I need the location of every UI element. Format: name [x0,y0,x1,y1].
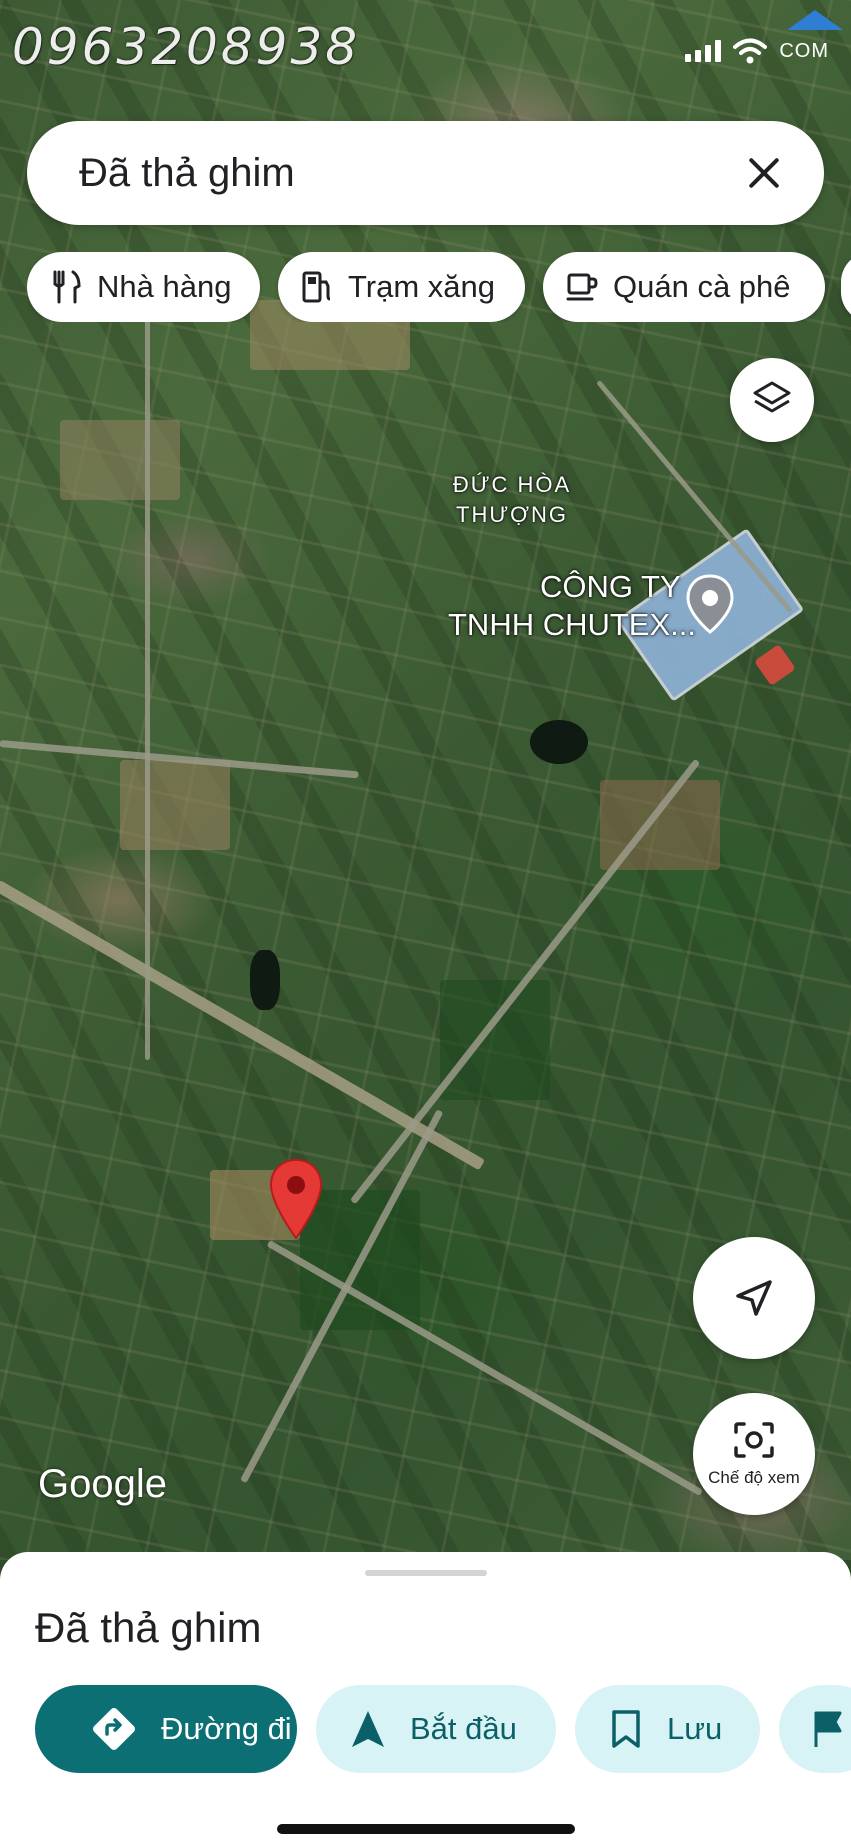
pond [530,720,588,764]
chip-label: Nhà hàng [97,269,232,304]
map-field [440,980,550,1100]
flag-icon [814,1711,842,1747]
directions-label: Đường đi [161,1711,292,1746]
directions-button[interactable]: Đường đi [35,1685,297,1773]
dropped-pin-icon[interactable] [268,1158,324,1240]
house-roof-icon [787,9,844,30]
layers-icon [753,381,791,413]
place-label: ĐỨC HÒA THƯỢNG [442,470,582,530]
company-label-line: TNHH CHUTEX... [448,607,696,642]
action-buttons: Đường đi Bắt đầu Lưu [35,1685,851,1773]
sheet-title: Đã thả ghim [35,1604,262,1651]
home-indicator[interactable] [277,1824,575,1834]
map-field [60,420,180,500]
pond [250,950,280,1010]
save-button[interactable]: Lưu [575,1685,760,1773]
chip-gas-station[interactable]: Trạm xăng [278,252,525,322]
com-badge-text: COM [779,39,829,62]
gas-station-icon [300,270,334,304]
coffee-icon [565,270,599,304]
signal-icon [685,40,722,62]
status-icons: COM [685,9,844,64]
navigation-arrow-icon [736,1280,772,1316]
map-field [120,760,230,850]
my-location-button[interactable] [693,1237,815,1359]
navigation-arrow-icon [352,1711,384,1747]
company-label[interactable]: CÔNG TY TNHH CHUTEX... [448,568,696,644]
sheet-drag-handle[interactable] [365,1570,487,1576]
start-label: Bắt đầu [410,1711,517,1746]
company-label-line: CÔNG TY [540,569,681,604]
view-mode-label: Chế độ xem [708,1468,800,1487]
directions-icon [93,1708,135,1750]
category-chips: Nhà hàng Trạm xăng Quán cà phê [27,252,851,322]
share-flag-button[interactable] [779,1685,851,1773]
poi-marker-icon[interactable] [684,574,736,634]
chip-label: Trạm xăng [348,269,496,304]
chip-more[interactable] [841,252,851,322]
search-bar[interactable]: Đã thả ghim [27,121,824,225]
start-button[interactable]: Bắt đầu [316,1685,556,1773]
camera-view-icon [734,1422,774,1458]
bottom-sheet[interactable]: Đã thả ghim Đường đi Bắt đầu Lưu [0,1552,851,1842]
phone-watermark: 0963208938 [12,18,361,76]
layers-button[interactable] [730,358,814,442]
restaurant-icon [49,270,83,304]
chip-label: Quán cà phê [613,269,791,304]
close-icon[interactable] [744,153,784,193]
view-mode-button[interactable]: Chế độ xem [693,1393,815,1515]
com-badge: COM [779,9,844,63]
chip-restaurant[interactable]: Nhà hàng [27,252,260,322]
search-title[interactable]: Đã thả ghim [79,151,744,196]
save-label: Lưu [667,1711,723,1746]
road [145,320,150,1060]
place-label-line: THƯỢNG [456,502,568,527]
google-logo: Google [38,1462,167,1506]
chip-coffee[interactable]: Quán cà phê [543,252,825,322]
wifi-icon [733,38,768,64]
bookmark-icon [612,1710,640,1748]
place-label-line: ĐỨC HÒA [452,472,572,497]
